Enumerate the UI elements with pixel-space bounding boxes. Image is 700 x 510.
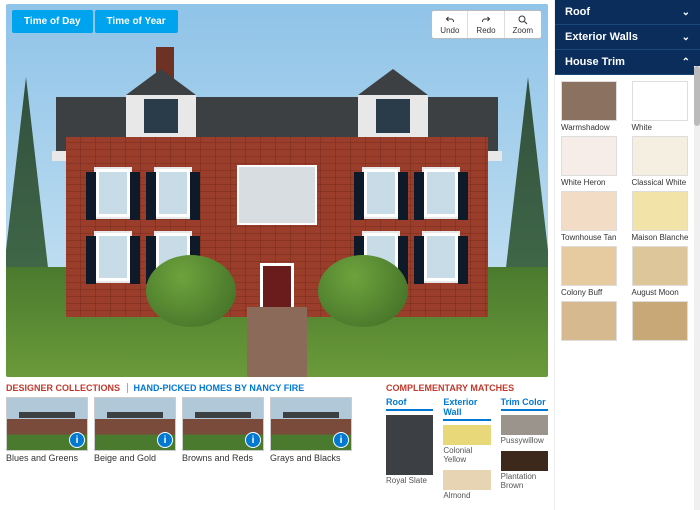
palette-swatch[interactable]: Colony Buff [561, 246, 624, 297]
swatch-label: Warmshadow [561, 123, 624, 132]
swatch-label: Royal Slate [386, 476, 433, 485]
time-of-day-button[interactable]: Time of Day [12, 10, 93, 33]
swatch-label: Classical White [632, 178, 695, 187]
palette-swatch[interactable]: August Moon [632, 246, 695, 297]
swatch-label: Plantation Brown [501, 472, 548, 490]
complementary-swatch[interactable] [443, 425, 490, 445]
complementary-swatch[interactable] [501, 415, 548, 435]
collection-card[interactable]: i Browns and Reds [182, 397, 264, 463]
accordion-walls[interactable]: Exterior Walls⌄ [555, 25, 700, 50]
palette-swatch[interactable] [632, 301, 695, 343]
chevron-down-icon: ⌄ [682, 32, 690, 43]
swatch-label: Colony Buff [561, 288, 624, 297]
chevron-up-icon: ⌃ [682, 57, 690, 68]
palette-swatch[interactable]: Townhouse Tan [561, 191, 624, 242]
swatch-label: White [632, 123, 695, 132]
time-of-year-button[interactable]: Time of Year [95, 10, 178, 33]
info-icon[interactable]: i [69, 432, 85, 448]
complementary-header: COMPLEMENTARY MATCHES [386, 383, 548, 393]
complementary-swatch[interactable] [501, 451, 548, 471]
complementary-col-title: Roof [386, 397, 433, 411]
palette-swatch[interactable] [561, 301, 624, 343]
swatch-label: August Moon [632, 288, 695, 297]
house-preview[interactable]: Time of Day Time of Year Undo Redo Zoom [6, 4, 548, 377]
info-icon[interactable]: i [245, 432, 261, 448]
palette-swatch[interactable]: White Heron [561, 136, 624, 187]
undo-button[interactable]: Undo [432, 11, 468, 38]
collection-label: Grays and Blacks [270, 453, 352, 463]
collection-label: Browns and Reds [182, 453, 264, 463]
chevron-down-icon: ⌄ [682, 7, 690, 18]
swatch-label: Colonial Yellow [443, 446, 490, 464]
accordion-roof[interactable]: Roof⌄ [555, 0, 700, 25]
collection-card[interactable]: i Beige and Gold [94, 397, 176, 463]
zoom-icon [517, 14, 529, 26]
complementary-col-title: Trim Color [501, 397, 548, 411]
swatch-label: Pussywillow [501, 436, 548, 445]
collection-card[interactable]: i Grays and Blacks [270, 397, 352, 463]
info-icon[interactable]: i [333, 432, 349, 448]
accordion-trim[interactable]: House Trim⌃ [555, 50, 700, 75]
canvas-toolbar: Undo Redo Zoom [431, 10, 542, 39]
palette-swatch[interactable]: Classical White [632, 136, 695, 187]
complementary-swatch[interactable] [386, 415, 433, 475]
undo-icon [444, 14, 456, 26]
complementary-swatch[interactable] [443, 470, 490, 490]
scrollbar[interactable] [694, 66, 700, 510]
collection-label: Beige and Gold [94, 453, 176, 463]
palette-swatch[interactable]: Warmshadow [561, 81, 624, 132]
complementary-col-title: Exterior Wall [443, 397, 490, 421]
swatch-label: White Heron [561, 178, 624, 187]
info-icon[interactable]: i [157, 432, 173, 448]
swatch-label: Maison Blanche [632, 233, 695, 242]
palette-swatch[interactable]: Maison Blanche [632, 191, 695, 242]
palette-swatch[interactable]: White [632, 81, 695, 132]
swatch-label: Almond [443, 491, 490, 500]
zoom-button[interactable]: Zoom [505, 11, 541, 38]
collection-card[interactable]: i Blues and Greens [6, 397, 88, 463]
swatch-label: Townhouse Tan [561, 233, 624, 242]
designer-header: DESIGNER COLLECTIONS HAND-PICKED HOMES B… [6, 383, 376, 393]
redo-button[interactable]: Redo [468, 11, 504, 38]
collection-label: Blues and Greens [6, 453, 88, 463]
redo-icon [480, 14, 492, 26]
